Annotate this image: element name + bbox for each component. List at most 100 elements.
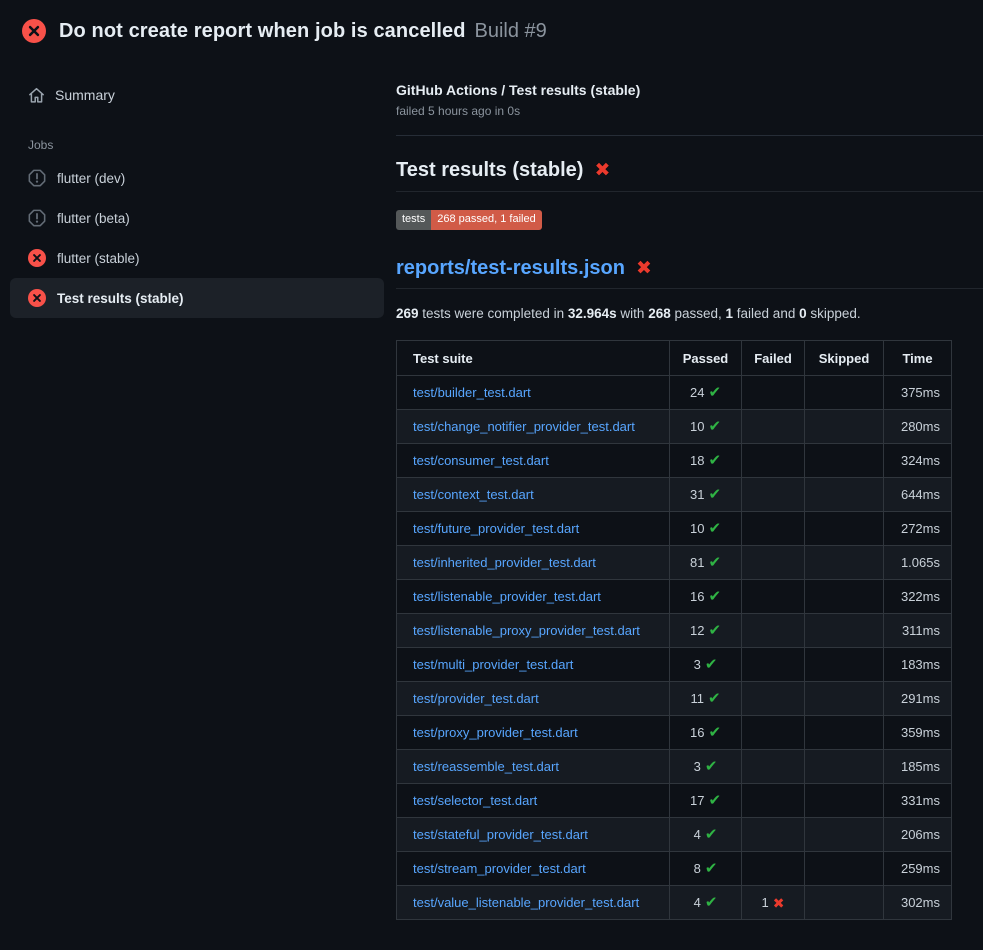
- test-suite-cell: test/listenable_proxy_provider_test.dart: [397, 614, 670, 648]
- table-row: test/proxy_provider_test.dart16✔359ms: [397, 716, 952, 750]
- test-suite-cell: test/stateful_provider_test.dart: [397, 818, 670, 852]
- failed-cell: [742, 818, 805, 852]
- passed-cell-value: 8: [694, 861, 701, 876]
- passed-cell-value: 16: [690, 725, 704, 740]
- test-suite-link[interactable]: test/listenable_proxy_provider_test.dart: [413, 623, 640, 638]
- table-row: test/listenable_provider_test.dart16✔322…: [397, 580, 952, 614]
- test-suite-link[interactable]: test/reassemble_test.dart: [413, 759, 559, 774]
- failed-cell: [742, 682, 805, 716]
- test-suite-cell: test/value_listenable_provider_test.dart: [397, 886, 670, 920]
- test-suite-link[interactable]: test/change_notifier_provider_test.dart: [413, 419, 635, 434]
- test-suite-link[interactable]: test/future_provider_test.dart: [413, 521, 579, 536]
- failed-cell: [742, 376, 805, 410]
- failed-cell-value: 1: [762, 895, 769, 910]
- failed-icon: [28, 249, 46, 267]
- breadcrumb: GitHub Actions / Test results (stable): [396, 82, 983, 98]
- skipped-cell: [805, 818, 884, 852]
- test-suite-link[interactable]: test/selector_test.dart: [413, 793, 537, 808]
- skipped-cell: [805, 852, 884, 886]
- failed-cell: [742, 614, 805, 648]
- tests-badge: tests 268 passed, 1 failed: [396, 210, 542, 230]
- run-title: Do not create report when job is cancell…: [59, 20, 466, 42]
- jobs-list: flutter (dev) flutter (beta) flutter (stab…: [10, 158, 384, 318]
- summary-fragment: skipped.: [807, 306, 861, 321]
- test-suite-link[interactable]: test/consumer_test.dart: [413, 453, 549, 468]
- time-cell: 302ms: [884, 886, 952, 920]
- check-icon: ✔: [708, 453, 721, 468]
- test-suite-cell: test/change_notifier_provider_test.dart: [397, 410, 670, 444]
- summary-fragment: 1: [726, 306, 734, 321]
- time-cell: 185ms: [884, 750, 952, 784]
- check-icon: ✔: [705, 827, 718, 842]
- passed-cell: 3✔: [670, 648, 742, 682]
- test-suite-cell: test/consumer_test.dart: [397, 444, 670, 478]
- failed-cell: [742, 750, 805, 784]
- check-icon: ✔: [708, 623, 721, 638]
- run-header: Do not create report when job is cancell…: [0, 0, 983, 56]
- sidebar-item-test-results-stable[interactable]: Test results (stable): [10, 278, 384, 318]
- summary-fragment: 0: [799, 306, 807, 321]
- passed-cell-value: 12: [690, 623, 704, 638]
- time-cell: 291ms: [884, 682, 952, 716]
- sidebar-item-flutter-beta[interactable]: flutter (beta): [10, 198, 384, 238]
- job-label: flutter (dev): [57, 171, 125, 186]
- test-suite-link[interactable]: test/stream_provider_test.dart: [413, 861, 586, 876]
- col-skipped: Skipped: [805, 341, 884, 376]
- sidebar-item-summary[interactable]: Summary: [10, 78, 384, 112]
- sidebar-summary-label: Summary: [55, 87, 115, 103]
- time-cell: 311ms: [884, 614, 952, 648]
- test-suite-cell: test/future_provider_test.dart: [397, 512, 670, 546]
- skipped-cell: [805, 376, 884, 410]
- badge-label: tests: [396, 210, 431, 230]
- table-row: test/builder_test.dart 24✔ 375ms: [397, 376, 952, 410]
- passed-cell: 16 ✔: [670, 716, 742, 750]
- table-row: test/context_test.dart31✔644ms: [397, 478, 952, 512]
- passed-cell: 18 ✔: [670, 444, 742, 478]
- summary-fragment: failed and: [733, 306, 799, 321]
- passed-cell: 12 ✔: [670, 614, 742, 648]
- check-icon: ✔: [708, 589, 721, 604]
- passed-cell-value: 17: [690, 793, 704, 808]
- job-label: flutter (stable): [57, 251, 140, 266]
- failed-cell: [742, 410, 805, 444]
- test-suite-link[interactable]: test/value_listenable_provider_test.dart: [413, 895, 639, 910]
- test-suite-cell: test/selector_test.dart: [397, 784, 670, 818]
- skipped-cell: [805, 648, 884, 682]
- test-suite-cell: test/listenable_provider_test.dart: [397, 580, 670, 614]
- report-file-link[interactable]: reports/test-results.json: [396, 257, 625, 280]
- passed-cell: 11✔: [670, 682, 742, 716]
- time-cell: 375ms: [884, 376, 952, 410]
- results-table: Test suite Passed Failed Skipped Time te…: [396, 340, 952, 920]
- test-suite-cell: test/inherited_provider_test.dart: [397, 546, 670, 580]
- check-icon: ✔: [708, 725, 721, 740]
- skipped-cell: [805, 682, 884, 716]
- failed-cell: [742, 580, 805, 614]
- test-suite-link[interactable]: test/provider_test.dart: [413, 691, 539, 706]
- passed-cell-value: 31: [690, 487, 704, 502]
- passed-cell: 3✔: [670, 750, 742, 784]
- test-suite-link[interactable]: test/listenable_provider_test.dart: [413, 589, 601, 604]
- test-suite-link[interactable]: test/inherited_provider_test.dart: [413, 555, 596, 570]
- passed-cell-value: 3: [694, 759, 701, 774]
- time-cell: 206ms: [884, 818, 952, 852]
- test-suite-cell: test/proxy_provider_test.dart: [397, 716, 670, 750]
- test-suite-link[interactable]: test/stateful_provider_test.dart: [413, 827, 588, 842]
- passed-cell-value: 18: [690, 453, 704, 468]
- check-icon: ✔: [708, 521, 721, 536]
- passed-cell: 24✔: [670, 376, 742, 410]
- test-suite-link[interactable]: test/multi_provider_test.dart: [413, 657, 573, 672]
- skipped-cell: [805, 580, 884, 614]
- passed-cell-value: 4: [694, 895, 701, 910]
- test-suite-link[interactable]: test/proxy_provider_test.dart: [413, 725, 578, 740]
- time-cell: 272ms: [884, 512, 952, 546]
- passed-cell-value: 4: [694, 827, 701, 842]
- summary-fragment: 32.964s: [568, 306, 617, 321]
- test-suite-link[interactable]: test/builder_test.dart: [413, 385, 531, 400]
- sidebar-item-flutter-dev[interactable]: flutter (dev): [10, 158, 384, 198]
- test-suite-link[interactable]: test/context_test.dart: [413, 487, 534, 502]
- failed-x-icon: ✖: [594, 161, 610, 180]
- table-row: test/multi_provider_test.dart3✔183ms: [397, 648, 952, 682]
- passed-cell-value: 81: [690, 555, 704, 570]
- passed-cell-value: 10: [690, 521, 704, 536]
- sidebar-item-flutter-stable[interactable]: flutter (stable): [10, 238, 384, 278]
